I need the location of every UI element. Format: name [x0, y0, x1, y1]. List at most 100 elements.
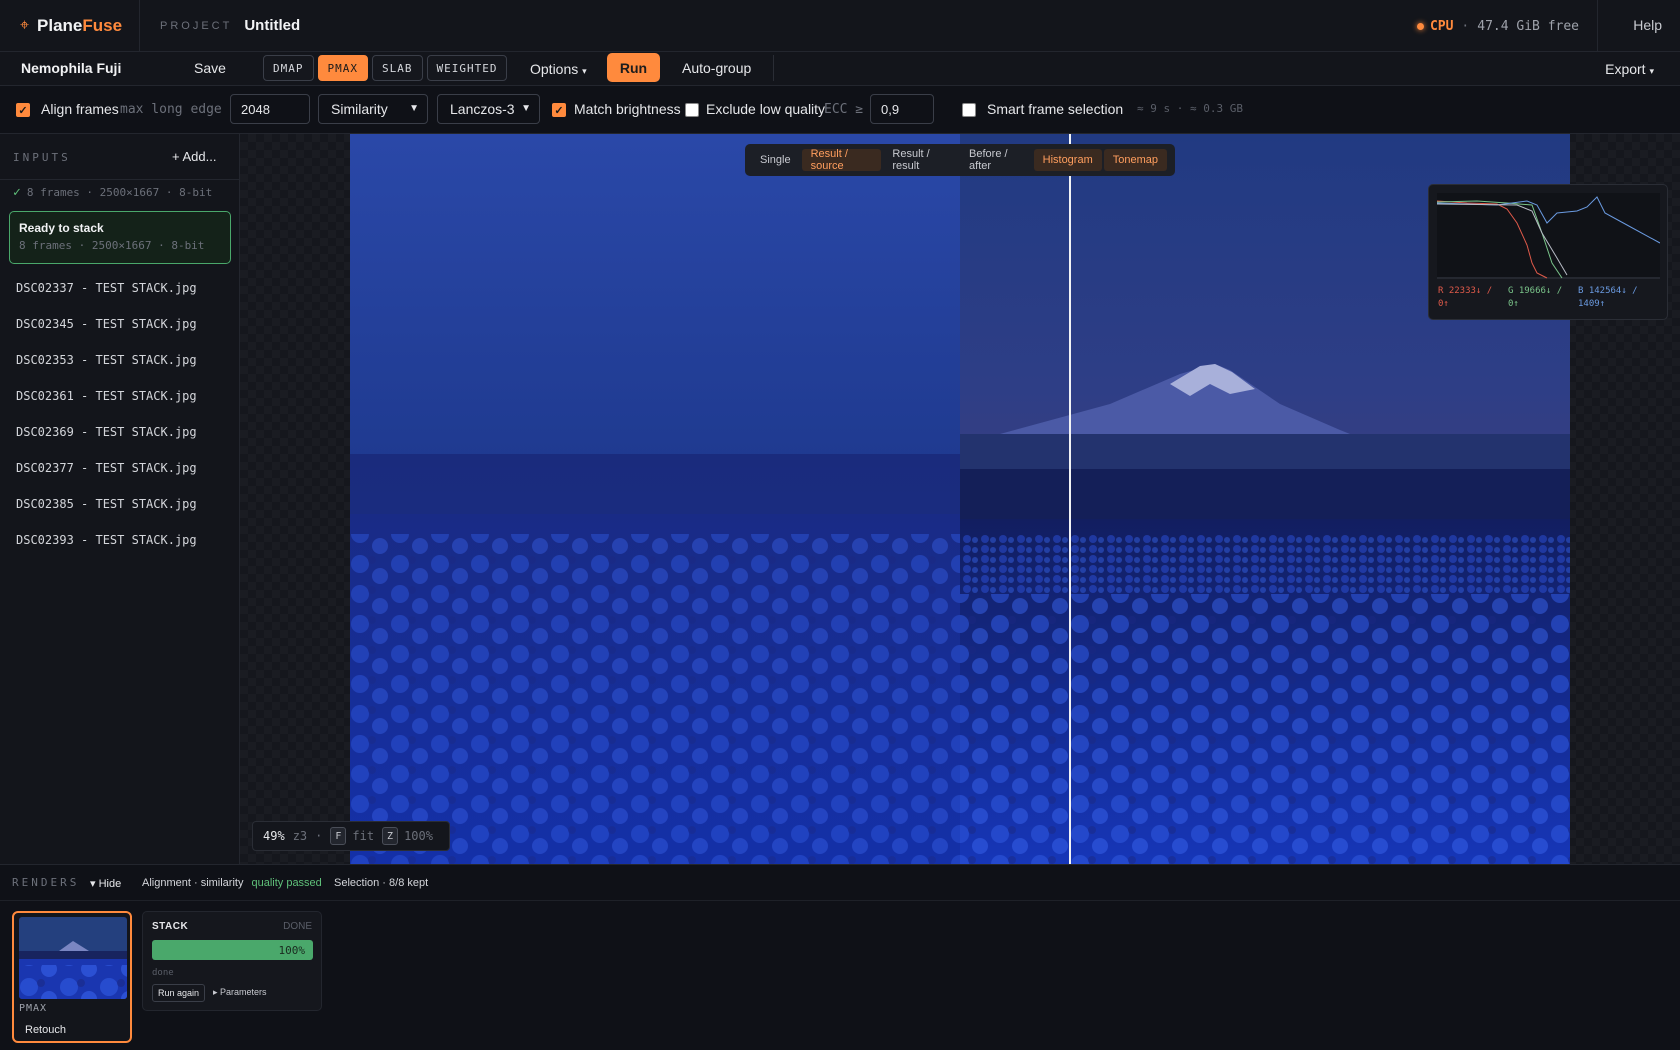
histogram-green-stat: G 19666↓ / 0↑: [1508, 286, 1563, 309]
match-brightness-label: Match brightness: [574, 101, 681, 117]
export-menu-button[interactable]: Export ▾: [1605, 61, 1654, 77]
exclude-low-quality-checkbox[interactable]: [685, 103, 699, 117]
run-button[interactable]: Run: [607, 53, 660, 82]
help-button[interactable]: Help: [1633, 17, 1662, 33]
file-item[interactable]: DSC02393 - TEST STACK.jpg: [0, 522, 239, 558]
sidebar-divider: [0, 179, 239, 180]
view-result-result-button[interactable]: Result / result: [883, 148, 958, 172]
stack-job-title: STACK: [152, 921, 189, 932]
project-info: PROJECT Untitled: [140, 17, 300, 34]
project-label: PROJECT: [160, 19, 233, 32]
image-canvas[interactable]: Single Result / source Result / result B…: [240, 134, 1680, 864]
fit-key[interactable]: F: [330, 827, 347, 845]
resample-select[interactable]: Lanczos-3 ▼: [437, 94, 540, 124]
renders-panel: RENDERS ▾ Hide Alignment · similarity qua…: [0, 864, 1680, 1050]
cpu-status-dot: [1416, 22, 1424, 30]
align-frames-label: Align frames: [41, 101, 119, 117]
cpu-label: CPU: [1429, 18, 1454, 34]
render-thumbnail: [19, 917, 127, 999]
view-before-after-button[interactable]: Before / after: [960, 148, 1032, 172]
smart-selection-label: Smart frame selection: [987, 101, 1124, 117]
max-edge-input[interactable]: 2048: [230, 94, 310, 124]
alignment-info: Alignment · similarity quality passed: [142, 877, 322, 889]
view-mode-bar: Single Result / source Result / result B…: [745, 144, 1175, 176]
app-name: Plane: [37, 15, 83, 35]
histogram-graph: [1437, 193, 1660, 279]
file-item[interactable]: DSC02369 - TEST STACK.jpg: [0, 414, 239, 450]
match-brightness-checkbox[interactable]: ✓: [552, 103, 566, 117]
caret-down-icon: ▾: [1649, 66, 1654, 76]
mode-pmax-button[interactable]: PMAX: [317, 55, 368, 81]
landscape-image: [350, 134, 1570, 864]
zoom-level: z3: [292, 829, 308, 843]
file-item[interactable]: DSC02361 - TEST STACK.jpg: [0, 378, 239, 414]
transform-value: Similarity: [331, 101, 388, 117]
view-single-button[interactable]: Single: [751, 149, 800, 171]
alignment-text: Alignment · similarity: [142, 877, 244, 889]
options-label: Options: [530, 61, 579, 77]
project-title[interactable]: Untitled: [244, 17, 300, 34]
exclude-low-quality-label: Exclude low quality: [706, 101, 826, 117]
toolbar: Nemophila Fuji Save DMAP PMAX SLAB WEIGH…: [0, 52, 1680, 86]
mode-weighted-button[interactable]: WEIGHTED: [426, 55, 508, 81]
full-size-key[interactable]: Z: [382, 827, 399, 845]
file-item[interactable]: DSC02385 - TEST STACK.jpg: [0, 486, 239, 522]
add-inputs-button[interactable]: + Add...: [172, 149, 216, 164]
histogram-stats: R 22333↓ / 0↑ G 19666↓ / 0↑ B 142564↓ / …: [1438, 285, 1662, 311]
auto-group-button[interactable]: Auto-group: [682, 60, 751, 76]
options-row: ✓ Align frames max long edge 2048 Simila…: [0, 86, 1680, 134]
thumbnail-image: [19, 917, 127, 999]
progress-percent: 100%: [278, 944, 306, 957]
chevron-down-icon: ▼: [521, 103, 531, 114]
ecc-label: ECC ≥: [824, 102, 864, 117]
estimate-text: ≈ 9 s · ≈ 0.3 GB: [1137, 102, 1243, 115]
chevron-down-icon: ▼: [409, 103, 419, 114]
export-label: Export: [1605, 61, 1646, 77]
mode-slab-button[interactable]: SLAB: [372, 55, 423, 81]
checkmark-icon: ✓: [13, 185, 21, 200]
transform-select[interactable]: Similarity ▼: [318, 94, 428, 124]
tonemap-toggle-button[interactable]: Tonemap: [1103, 149, 1168, 171]
ecc-threshold-input[interactable]: 0,9: [870, 94, 934, 124]
stack-job-card: STACK DONE 100% done Run again ▸ Paramet…: [142, 911, 322, 1011]
file-item[interactable]: DSC02345 - TEST STACK.jpg: [0, 306, 239, 342]
parameters-toggle[interactable]: ▸ Parameters: [213, 987, 267, 998]
hide-renders-button[interactable]: ▾ Hide: [90, 877, 121, 890]
align-frames-checkbox[interactable]: ✓: [16, 103, 30, 117]
renders-heading: RENDERS: [12, 876, 80, 889]
mode-dmap-button[interactable]: DMAP: [263, 55, 314, 81]
histogram-toggle-button[interactable]: Histogram: [1033, 149, 1102, 171]
zoom-percent: 49%: [263, 829, 285, 843]
histogram-blue-stat: B 142564↓ / 1409↑: [1578, 286, 1638, 309]
ready-status-card: Ready to stack 8 frames · 2500×1667 · 8-…: [9, 211, 231, 264]
file-item[interactable]: DSC02353 - TEST STACK.jpg: [0, 342, 239, 378]
quality-status: quality passed: [251, 877, 322, 889]
render-card[interactable]: PMAX Retouch: [12, 911, 132, 1043]
stack-progress-bar: 100%: [152, 940, 313, 960]
top-bar: ⌖ Plane Fuse PROJECT Untitled CPU · 47.4 …: [0, 0, 1680, 52]
file-item[interactable]: DSC02337 - TEST STACK.jpg: [0, 270, 239, 306]
options-menu-button[interactable]: Options ▾: [530, 61, 587, 77]
comparison-split-handle[interactable]: [1069, 134, 1071, 864]
fit-label[interactable]: fit: [352, 829, 374, 843]
file-item[interactable]: DSC02377 - TEST STACK.jpg: [0, 450, 239, 486]
view-result-source-button[interactable]: Result / source: [801, 148, 882, 172]
full-size-label[interactable]: 100%: [404, 829, 433, 843]
comparison-image[interactable]: [350, 134, 1570, 864]
smart-selection-checkbox[interactable]: [962, 103, 976, 117]
run-again-button[interactable]: Run again: [152, 984, 206, 1002]
frames-summary: ✓ 8 frames · 2500×1667 · 8-bit: [13, 185, 212, 200]
brand: ⌖ Plane Fuse: [0, 0, 140, 52]
stack-job-state: DONE: [283, 921, 312, 932]
zoom-controls: 49% z3 · F fit Z 100%: [252, 821, 450, 851]
histogram-panel: R 22333↓ / 0↑ G 19666↓ / 0↑ B 142564↓ / …: [1428, 184, 1668, 320]
max-edge-label: max long edge: [120, 102, 222, 117]
renders-header: RENDERS ▾ Hide Alignment · similarity qua…: [0, 865, 1680, 901]
stack-status-text: done: [152, 968, 174, 978]
stack-name[interactable]: Nemophila Fuji: [21, 60, 121, 76]
save-button[interactable]: Save: [194, 60, 226, 76]
render-mode-label: PMAX: [19, 1003, 48, 1014]
stack-mode-group: DMAP PMAX SLAB WEIGHTED: [263, 55, 511, 81]
resource-status: CPU · 47.4 GiB free: [1416, 0, 1598, 52]
retouch-button[interactable]: Retouch: [25, 1024, 66, 1036]
